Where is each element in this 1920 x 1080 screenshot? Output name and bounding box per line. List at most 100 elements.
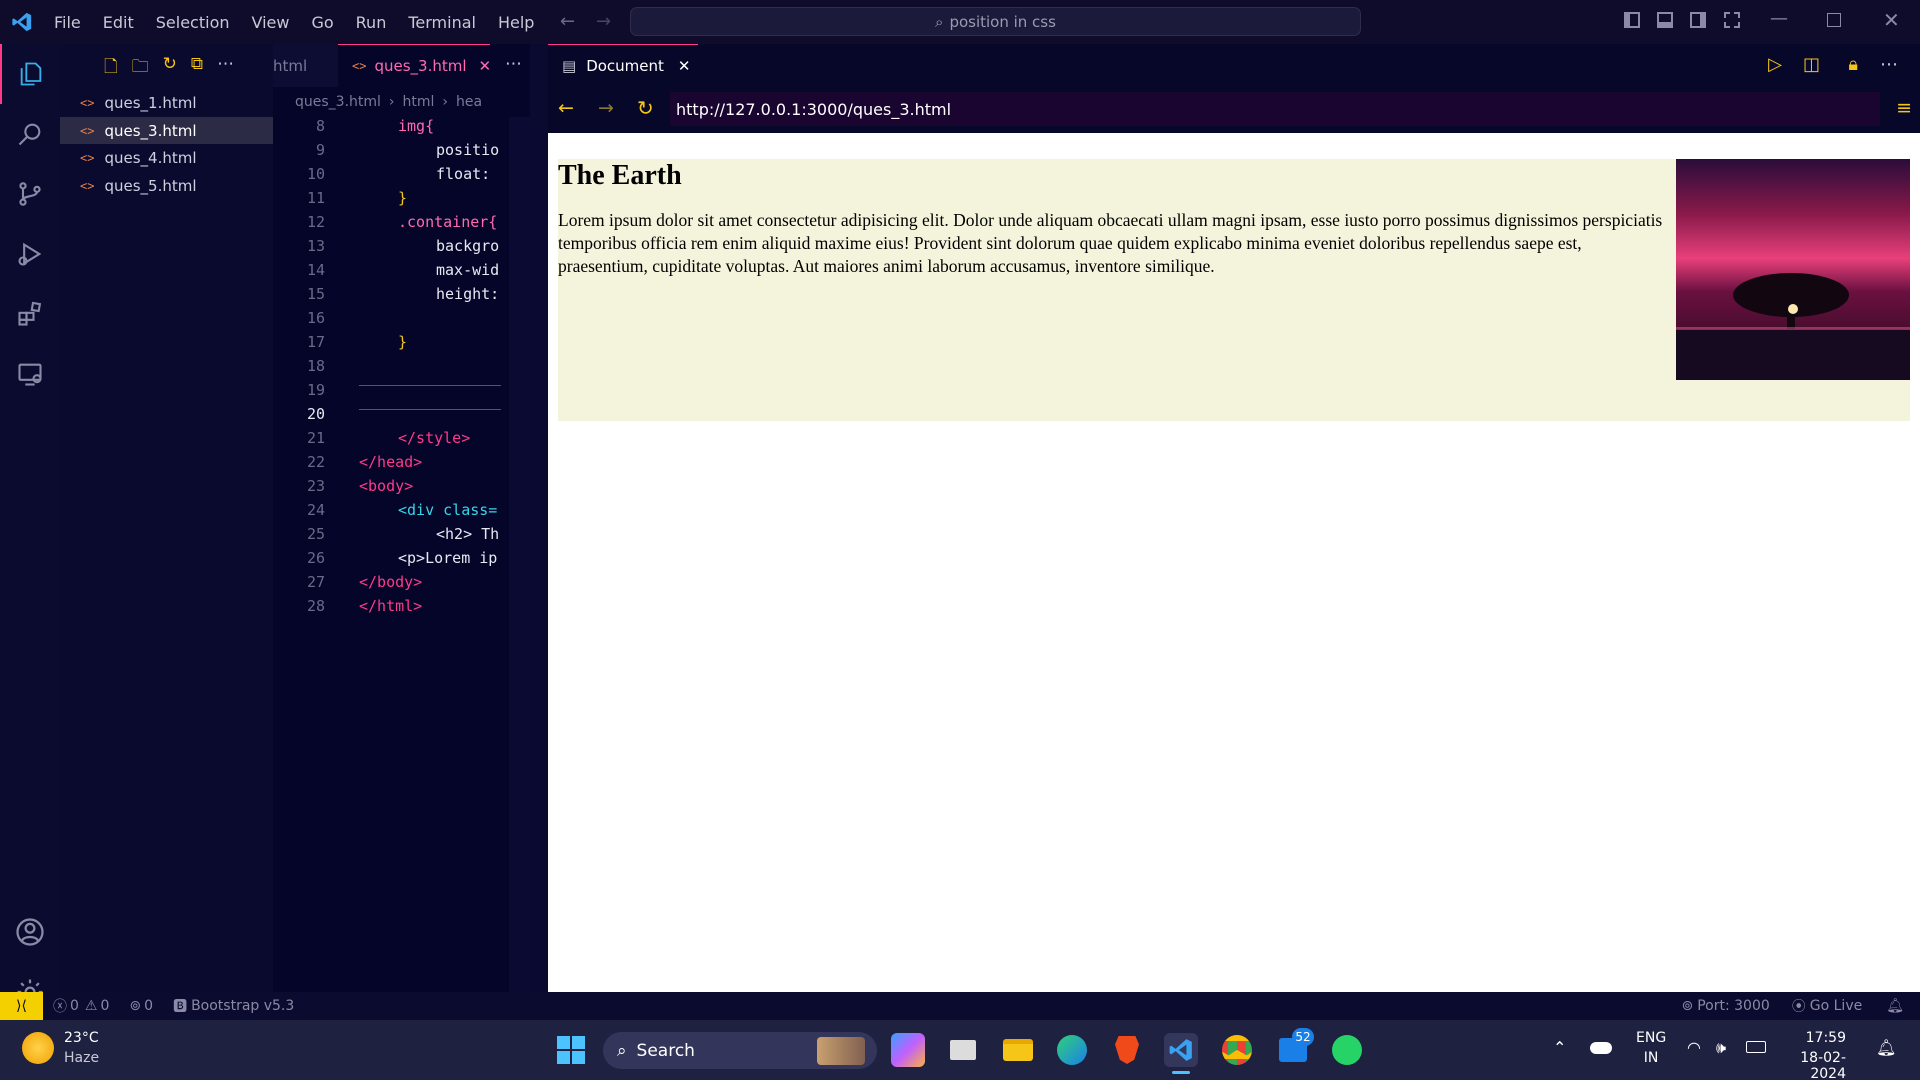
minimize-icon[interactable]: — <box>1770 8 1788 29</box>
copilot-icon[interactable] <box>891 1033 925 1067</box>
close-tab-icon[interactable]: ✕ <box>479 57 492 75</box>
weather-condition[interactable]: Haze <box>64 1050 99 1066</box>
windows-start-icon[interactable] <box>554 1033 588 1067</box>
html-file-icon: <> <box>80 95 95 110</box>
line-number: 28 <box>306 597 325 615</box>
toggle-secondary-sidebar-icon[interactable] <box>1690 12 1706 28</box>
notifications-bell-icon[interactable]: 🔔︎ <box>1886 998 1904 1014</box>
menu-selection[interactable]: Selection <box>156 13 230 32</box>
menu-edit[interactable]: Edit <box>103 13 134 32</box>
clock-time[interactable]: 17:59 <box>1786 1030 1846 1046</box>
live-server-port[interactable]: Port: 3000 <box>1697 998 1770 1014</box>
nav-back-icon[interactable]: ← <box>560 11 575 32</box>
editor-more-actions-icon[interactable]: ⋯ <box>505 54 522 74</box>
command-center[interactable]: ⌕ position in css <box>630 7 1361 36</box>
code-line: 10 float: <box>273 165 530 189</box>
code-line: 25 <h2> Th <box>273 525 530 549</box>
bootstrap-version[interactable]: Bootstrap v5.3 <box>191 998 294 1014</box>
weather-temp[interactable]: 23°C <box>64 1030 99 1046</box>
breadcrumb-file[interactable]: ques_3.html <box>295 94 381 110</box>
line-number: 15 <box>306 285 325 303</box>
back-arrow-icon[interactable]: ← <box>558 97 574 119</box>
collapse-all-icon[interactable]: ⧉ <box>191 54 203 83</box>
file-item-active[interactable]: <> ques_3.html <box>60 117 273 144</box>
explorer-toolbar: 🗋 🗀 ↻ ⧉ ⋯ <box>104 54 234 83</box>
minimap-scrollbar[interactable] <box>509 117 530 992</box>
split-editor-icon[interactable]: ◫ <box>1803 54 1820 75</box>
language-region[interactable]: IN <box>1636 1050 1666 1066</box>
battery-icon[interactable] <box>1746 1041 1766 1053</box>
whatsapp-icon[interactable] <box>1330 1033 1364 1067</box>
warning-count[interactable]: 0 <box>100 998 109 1014</box>
code-editor[interactable]: html <> ques_3.html ✕ ⋯ ques_3.html › ht… <box>273 44 530 992</box>
close-tab-icon[interactable]: ✕ <box>678 57 691 75</box>
splitter[interactable] <box>530 44 548 992</box>
source-control-icon[interactable] <box>0 164 60 224</box>
vscode-taskbar-icon[interactable] <box>1164 1033 1198 1067</box>
tab-previous[interactable]: html <box>273 44 338 87</box>
menu-go[interactable]: Go <box>311 13 333 32</box>
wifi-icon[interactable]: ◠ <box>1687 1038 1701 1057</box>
new-file-icon[interactable]: 🗋 <box>104 54 118 83</box>
run-icon[interactable]: ▷ <box>1768 54 1782 75</box>
search-view-icon[interactable] <box>0 104 60 164</box>
accounts-icon[interactable] <box>0 902 60 962</box>
code-line: 17} <box>273 333 530 357</box>
run-debug-icon[interactable] <box>0 224 60 284</box>
code-text: } <box>398 189 408 207</box>
file-name: ques_4.html <box>104 148 197 167</box>
refresh-icon[interactable]: ↻ <box>163 54 177 83</box>
edge-browser-icon[interactable] <box>1055 1033 1089 1067</box>
menu-help[interactable]: Help <box>498 13 534 32</box>
new-folder-icon[interactable]: 🗀 <box>132 54 149 83</box>
activity-bar <box>0 44 60 1005</box>
volume-icon[interactable]: 🕪︎ <box>1716 1038 1726 1058</box>
toggle-panel-icon[interactable] <box>1657 12 1673 28</box>
line-number: 24 <box>306 501 325 519</box>
line-number: 10 <box>306 165 325 183</box>
hamburger-menu-icon[interactable]: ≡ <box>1896 97 1912 119</box>
file-item[interactable]: <> ques_5.html <box>60 172 273 199</box>
chrome-browser-icon[interactable] <box>1220 1033 1254 1067</box>
close-window-icon[interactable]: ✕ <box>1883 8 1900 32</box>
forward-arrow-icon[interactable]: → <box>598 97 614 119</box>
lock-icon[interactable]: 🔒︎ <box>1848 54 1858 75</box>
reload-icon[interactable]: ↻ <box>637 96 654 120</box>
explorer-icon[interactable] <box>0 44 60 104</box>
task-view-icon[interactable] <box>946 1033 980 1067</box>
weather-icon[interactable] <box>22 1032 54 1064</box>
restore-icon[interactable] <box>1827 13 1841 27</box>
breadcrumb-head[interactable]: hea <box>456 94 482 110</box>
tab-active-file[interactable]: <> ques_3.html ✕ <box>338 44 492 87</box>
taskbar-search-box[interactable]: ⌕ Search <box>603 1032 877 1069</box>
ports-count[interactable]: 0 <box>144 998 153 1014</box>
go-live-button[interactable]: Go Live <box>1810 998 1862 1014</box>
file-explorer-icon[interactable] <box>1001 1033 1035 1067</box>
preview-more-actions-icon[interactable]: ⋯ <box>1880 54 1898 75</box>
toggle-sidebar-icon[interactable] <box>1624 12 1640 28</box>
chevron-up-icon[interactable]: ⌃ <box>1553 1038 1566 1057</box>
remote-indicator-icon[interactable]: ⟩⟨ <box>0 992 43 1020</box>
menu-file[interactable]: File <box>54 13 81 32</box>
error-count[interactable]: 0 <box>70 998 79 1014</box>
nav-forward-icon[interactable]: → <box>596 11 611 32</box>
extensions-icon[interactable] <box>0 284 60 344</box>
brave-browser-icon[interactable] <box>1110 1033 1144 1067</box>
html-file-icon: <> <box>80 123 95 138</box>
notification-center-icon[interactable]: 🔔︎ <box>1876 1038 1896 1057</box>
url-input[interactable]: http://127.0.0.1:3000/ques_3.html <box>670 92 1880 126</box>
menu-run[interactable]: Run <box>356 13 387 32</box>
code-line: 24 <div class= <box>273 501 530 525</box>
file-item[interactable]: <> ques_1.html <box>60 89 273 116</box>
menu-terminal[interactable]: Terminal <box>408 13 476 32</box>
onedrive-cloud-icon[interactable] <box>1590 1042 1612 1054</box>
menu-view[interactable]: View <box>252 13 290 32</box>
language-code[interactable]: ENG <box>1636 1030 1666 1046</box>
clock-date[interactable]: 18-02-2024 <box>1766 1050 1846 1080</box>
file-item[interactable]: <> ques_4.html <box>60 144 273 171</box>
breadcrumb-html[interactable]: html <box>403 94 435 110</box>
tab-document[interactable]: ▤ Document ✕ <box>548 44 698 87</box>
more-actions-icon[interactable]: ⋯ <box>217 54 234 83</box>
customize-layout-icon[interactable] <box>1724 12 1740 28</box>
remote-explorer-icon[interactable] <box>0 344 60 404</box>
